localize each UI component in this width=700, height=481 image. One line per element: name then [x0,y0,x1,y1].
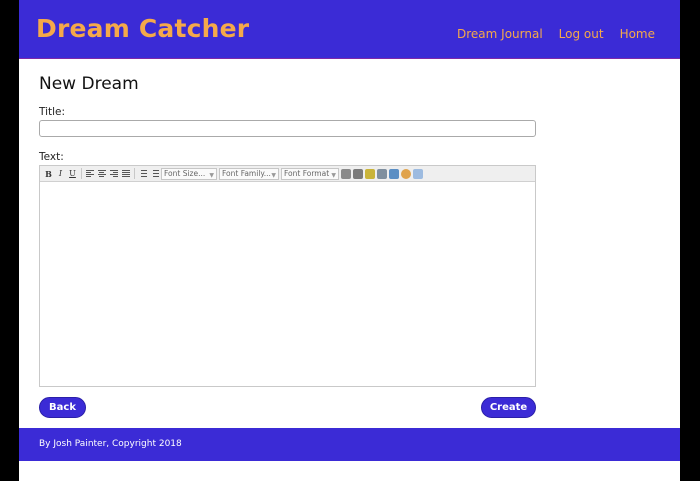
footer: By Josh Painter, Copyright 2018 [19,428,680,461]
back-button[interactable]: Back [39,397,86,418]
rich-text-editor: B I U Font Size... ▼ Font Family... ▼ Fo… [39,165,536,387]
ordered-list-icon [139,170,147,177]
align-left-button[interactable] [84,168,95,179]
brand-logo[interactable]: Dream Catcher [36,14,249,43]
link-icon[interactable] [377,168,387,179]
align-right-icon [109,170,118,177]
title-input[interactable] [39,120,536,137]
italic-button[interactable]: I [55,168,66,179]
bold-button[interactable]: B [43,168,54,179]
toolbar-divider [81,168,82,179]
unordered-list-button[interactable] [149,168,160,179]
insert-image-icon[interactable] [413,168,423,179]
page-title: New Dream [39,74,139,94]
font-format-select-label: Font Format [284,169,330,178]
justify-button[interactable] [120,168,131,179]
font-family-select-label: Font Family... [222,169,271,178]
align-right-button[interactable] [108,168,119,179]
nav-dream-journal-link[interactable]: Dream Journal [457,27,543,41]
chevron-down-icon: ▼ [209,171,214,179]
copyright-text: By Josh Painter, Copyright 2018 [39,439,182,449]
outdent-icon[interactable] [341,168,351,179]
font-format-select[interactable]: Font Format ▼ [281,167,339,180]
toolbar-divider [134,168,135,179]
editor-toolbar: B I U Font Size... ▼ Font Family... ▼ Fo… [40,166,535,182]
align-left-icon [85,170,94,177]
unlink-icon[interactable] [389,168,399,179]
underline-button[interactable]: U [67,168,78,179]
nav-links: Dream Journal Log out Home [457,27,655,41]
navbar: Dream Catcher Dream Journal Log out Home [19,0,680,59]
justify-icon [121,170,130,177]
align-center-button[interactable] [96,168,107,179]
create-button[interactable]: Create [481,397,536,418]
chevron-down-icon: ▼ [271,171,276,179]
app-frame: Dream Catcher Dream Journal Log out Home… [19,0,680,481]
indent-icon[interactable] [353,168,363,179]
color-palette-icon[interactable] [401,168,411,179]
chevron-down-icon: ▼ [331,171,336,179]
font-size-select-label: Font Size... [164,169,206,178]
nav-home-link[interactable]: Home [620,27,655,41]
align-center-icon [97,170,106,177]
title-label: Title: [39,106,66,118]
nav-logout-link[interactable]: Log out [559,27,604,41]
font-size-select[interactable]: Font Size... ▼ [161,167,217,180]
text-label: Text: [39,151,64,163]
ordered-list-button[interactable] [137,168,148,179]
highlight-icon[interactable] [365,168,375,179]
editor-content-area[interactable] [40,182,535,386]
font-family-select[interactable]: Font Family... ▼ [219,167,279,180]
unordered-list-icon [151,170,159,177]
